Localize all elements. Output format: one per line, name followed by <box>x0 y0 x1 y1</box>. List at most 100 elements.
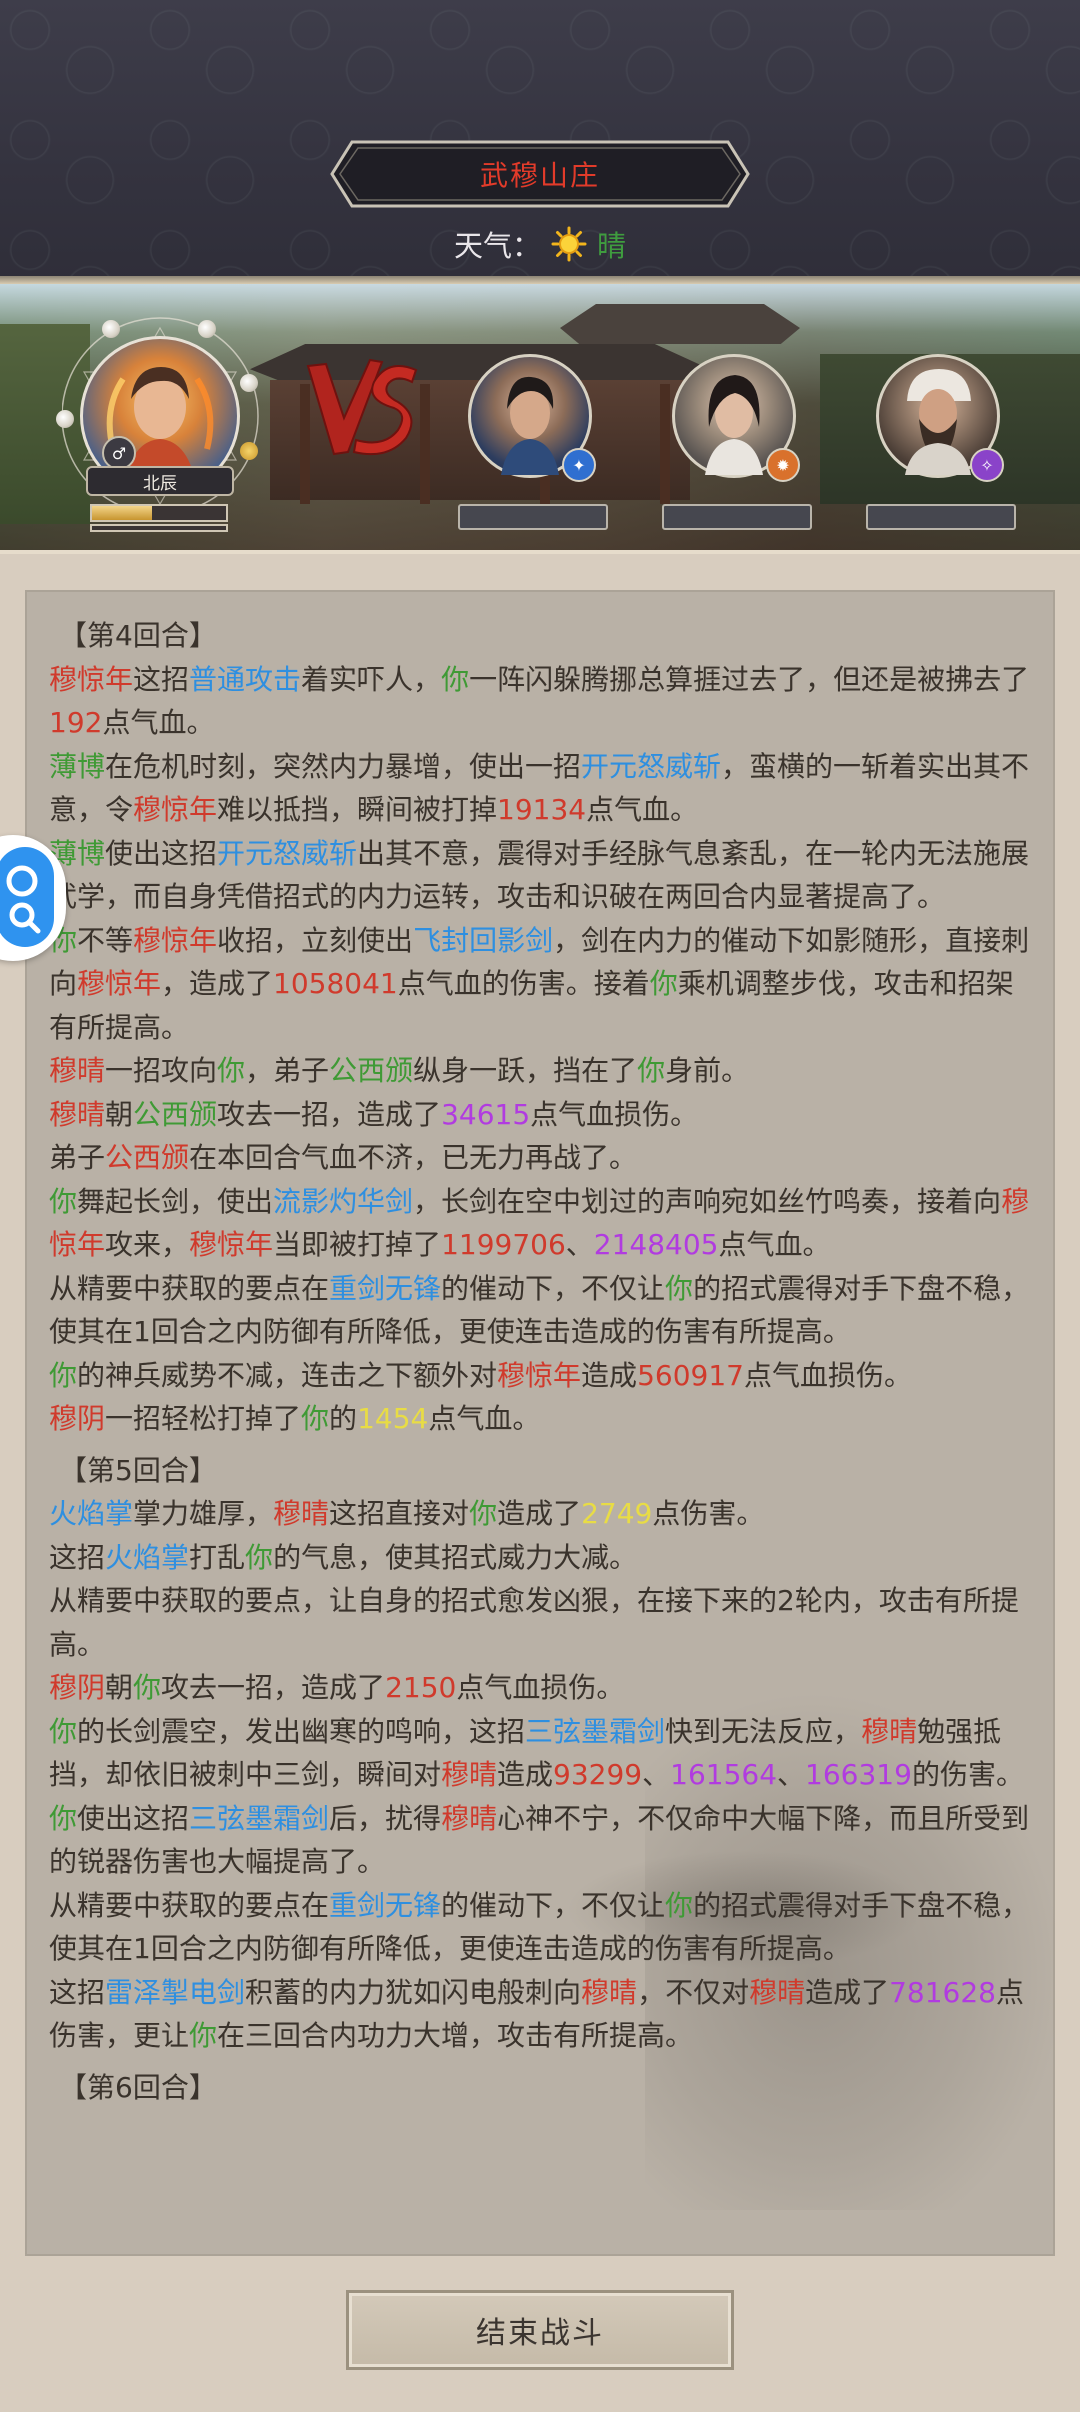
spirit-orb <box>102 320 120 338</box>
log-highlight-green: 薄博 <box>49 749 106 783</box>
log-text: 的伤害。 <box>911 1758 1024 1791</box>
log-entry: 穆晴一招攻向你，弟子公西颁纵身一跃，挡在了你身前。 <box>49 1049 1037 1093</box>
log-text: ，造成了 <box>161 967 274 1000</box>
log-entry: 弟子公西颁在本回合气血不济，已无力再战了。 <box>49 1136 1037 1180</box>
log-text: 纵身一跃，挡在了 <box>413 1054 638 1087</box>
scene-divider <box>0 550 1080 554</box>
enemy-slot-2[interactable]: ✹ <box>662 354 812 538</box>
log-entry: 你不等穆惊年收招，立刻使出飞封回影剑，剑在内力的催动下如影随形，直接刺向穆惊年，… <box>49 919 1037 1050</box>
log-text: 后，扰得 <box>329 1801 442 1835</box>
log-highlight-blue: 重剑无锋 <box>329 1888 442 1922</box>
end-battle-button[interactable]: 结束战斗 <box>346 2290 734 2370</box>
log-highlight-purple: 34615 <box>441 1097 531 1131</box>
search-icon[interactable] <box>0 847 54 947</box>
log-highlight-blue: 雷泽掣电剑 <box>105 1975 246 2009</box>
fire-element-icon: ✹ <box>766 448 800 482</box>
log-text: 快到无法反应， <box>665 1714 862 1748</box>
log-text: 这招直接对 <box>329 1497 470 1530</box>
log-text: 积蓄的内力犹如闪电般刺向 <box>245 1975 582 2009</box>
log-text: 点伤害。 <box>652 1497 765 1530</box>
log-text: ，长剑在空中划过的声响宛如丝竹鸣奏，接着向 <box>413 1184 1002 1218</box>
log-text: 从精要中获取的要点，让自身的招式愈发凶狠，在接下来的2轮内，攻击有所提高。 <box>49 1584 1019 1661</box>
log-entry: 从精要中获取的要点在重剑无锋的催动下，不仅让你的招式震得对手下盘不稳，使其在1回… <box>49 1267 1037 1354</box>
log-text: 的催动下，不仅让 <box>441 1888 666 1922</box>
log-text: 攻去一招，造成了 <box>217 1097 442 1131</box>
battle-log-panel[interactable]: 【第4回合】 穆惊年这招普通攻击着实吓人，你一阵闪躲腾挪总算捱过去了，但还是被拂去… <box>25 590 1055 2256</box>
log-text: 从精要中获取的要点在 <box>49 1888 330 1922</box>
enemy-slot-1[interactable]: ✦ <box>458 354 608 538</box>
log-text: 【第6回合】 <box>59 2070 217 2104</box>
log-highlight-green: 你 <box>245 1540 274 1574</box>
log-entry: 穆阴朝你攻去一招，造成了2150点气血损伤。 <box>49 1666 1037 1710</box>
pillar <box>660 384 670 504</box>
log-text: 点气血损伤。 <box>456 1671 625 1704</box>
log-highlight-purple: 166319 <box>805 1758 912 1791</box>
log-highlight-green: 你 <box>49 1358 78 1392</box>
log-text: 这招 <box>49 1975 106 2009</box>
log-text: 点气血。 <box>718 1228 831 1261</box>
log-highlight-blue: 重剑无锋 <box>329 1271 442 1305</box>
log-text: 【第5回合】 <box>59 1453 217 1487</box>
log-text: 、 <box>642 1758 671 1791</box>
log-highlight-red: 穆晴 <box>441 1801 498 1835</box>
location-header: 武穆山庄 天气： 晴 <box>0 0 1080 284</box>
location-title: 武穆山庄 <box>479 159 600 192</box>
log-highlight-blue: 飞封回影剑 <box>413 923 554 957</box>
log-highlight-blue: 开元怒威斩 <box>581 749 722 783</box>
log-text: 攻来， <box>105 1228 190 1261</box>
log-text: 点气血。 <box>102 706 215 739</box>
log-text: 着实吓人， <box>301 662 442 696</box>
log-highlight-red: 穆惊年 <box>49 662 134 696</box>
log-highlight-red: 19134 <box>497 793 587 826</box>
log-highlight-green: 你 <box>649 967 678 1000</box>
log-text: 一阵闪躲腾挪总算捱过去了，但还是被拂去了 <box>469 662 1030 696</box>
log-highlight-red: 穆晴 <box>49 1097 106 1131</box>
log-highlight-green: 你 <box>189 2019 218 2052</box>
vs-icon <box>304 356 424 456</box>
log-highlight-green: 你 <box>469 1497 498 1530</box>
enemy-hp-bar <box>662 504 812 530</box>
log-entry: 从精要中获取的要点在重剑无锋的催动下，不仅让你的招式震得对手下盘不稳，使其在1回… <box>49 1884 1037 1971</box>
header-divider <box>0 276 1080 284</box>
log-highlight-red: 穆惊年 <box>77 967 162 1000</box>
player-portrait-frame[interactable]: ♂ 北辰 <box>56 314 278 532</box>
log-text: 造成 <box>581 1358 638 1392</box>
log-text: 身前。 <box>665 1054 750 1087</box>
location-title-plate: 武穆山庄 <box>330 140 750 208</box>
log-text: 不等 <box>77 923 134 957</box>
log-text: 打乱 <box>189 1540 246 1574</box>
log-text: ，弟子 <box>245 1054 330 1087</box>
log-highlight-red: 93299 <box>553 1758 643 1791</box>
log-text: 一招轻松打掉了 <box>105 1402 302 1435</box>
enemy-slot-3[interactable]: ✧ <box>866 354 1016 538</box>
log-highlight-blue: 火焰掌 <box>105 1540 190 1574</box>
log-text: 一招攻向 <box>105 1054 218 1087</box>
male-icon: ♂ <box>102 436 136 470</box>
log-text: 的长剑震空，发出幽寒的鸣响，这招 <box>77 1714 526 1748</box>
log-entry: 从精要中获取的要点，让自身的招式愈发凶狠，在接下来的2轮内，攻击有所提高。 <box>49 1579 1037 1666</box>
log-text: 弟子 <box>49 1141 106 1174</box>
round-header: 【第6回合】 <box>49 2066 1037 2110</box>
log-highlight-green: 你 <box>665 1888 694 1922</box>
log-entry: 薄博在危机时刻，突然内力暴增，使出一招开元怒威斩，蛮横的一斩着实出其不意，令穆惊… <box>49 745 1037 832</box>
log-highlight-red: 穆惊年 <box>497 1358 582 1392</box>
log-text: 使出这招 <box>105 836 218 870</box>
log-entry: 这招雷泽掣电剑积蓄的内力犹如闪电般刺向穆晴，不仅对穆晴造成了781628点伤害，… <box>49 1971 1037 2058</box>
log-highlight-blue: 开元怒威斩 <box>217 836 358 870</box>
log-highlight-red: 1058041 <box>273 967 398 1000</box>
log-highlight-yellow: 1454 <box>357 1402 429 1435</box>
log-text: 这招 <box>133 662 190 696</box>
player-name: 北辰 <box>86 466 234 496</box>
log-text: 在三回合内功力大增，攻击有所提高。 <box>217 2019 694 2052</box>
log-highlight-red: 穆晴 <box>861 1714 918 1748</box>
log-text: 收招，立刻使出 <box>217 923 414 957</box>
log-highlight-green: 公西颁 <box>133 1097 218 1131</box>
log-text: 、 <box>565 1228 594 1261</box>
log-entry: 你的神兵威势不减，连击之下额外对穆惊年造成560917点气血损伤。 <box>49 1354 1037 1398</box>
weather-label: 天气： <box>453 229 541 263</box>
spirit-orb <box>198 320 216 338</box>
log-highlight-red: 穆阴 <box>49 1671 106 1704</box>
log-highlight-red: 穆惊年 <box>133 793 218 826</box>
log-entry: 这招火焰掌打乱你的气息，使其招式威力大减。 <box>49 1536 1037 1580</box>
player-mp-bar <box>90 524 228 532</box>
